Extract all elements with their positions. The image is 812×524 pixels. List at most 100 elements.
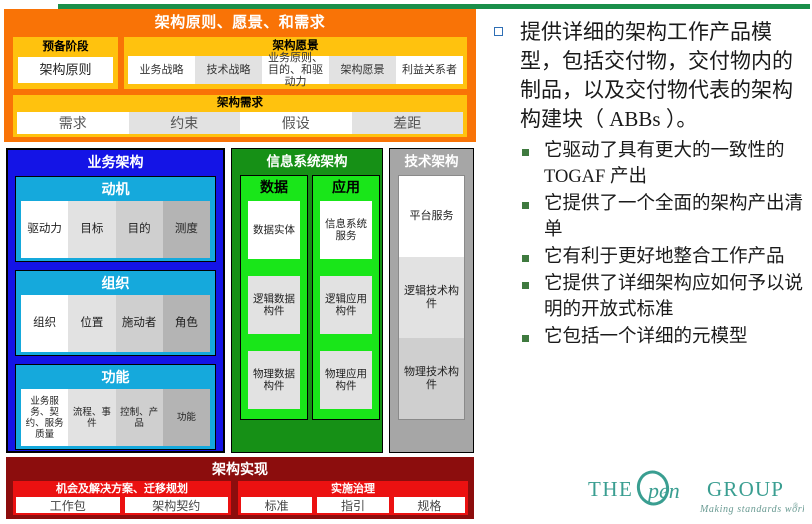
logo-tagline-text: Making standards work [699,504,804,515]
vision-item: 利益关系者 [396,56,463,84]
list-item: 它有利于更好地整合工作产品 [488,244,810,270]
business-item: 目的 [115,201,163,258]
technology-item: 物理技术构件 [399,338,464,419]
logo-the-text: THE [588,477,633,501]
logo-group-text: GROUP [707,477,784,501]
logo-open-text: pen [646,478,680,503]
architecture-requirements-caption: 架构需求 [217,97,263,109]
architecture-realization-block: 架构实现 机会及解决方案、迁移规划 工作包 架构契约 实施治理 标准 指引 规格 [6,457,474,519]
information-systems-architecture-title: 信息系统架构 [266,154,348,169]
preliminary-phase-caption: 预备阶段 [42,41,89,53]
vision-item: 业务原则、目的、和驱动力 [262,52,329,88]
open-group-logo-svg: THE pen GROUP Making standards work ® [588,470,804,515]
implementation-governance-panel: 实施治理 标准 指引 规格 [238,481,468,515]
technology-architecture-block: 技术架构 平台服务 逻辑技术构件 物理技术构件 [389,148,474,453]
business-item: 驱动力 [21,201,69,258]
togaf-content-metamodel-diagram: 架构原则、愿景、和需求 预备阶段 架构原则 架构愿景 业务战略 技术战略 业务原… [4,9,476,520]
realization-item: 工作包 [16,497,120,513]
architecture-realization-title: 架构实现 [212,461,268,477]
data-item: 数据实体 [248,201,300,259]
realization-item: 架构契约 [124,497,228,513]
sub-bullet-text: 它提供了详细架构应如何予以说明的开放式标准 [544,274,804,320]
business-group-motivation: 动机 驱动力 目标 目的 测度 [15,176,216,262]
sub-bullet-text: 它提供了一个全面的架构产出清单 [544,194,804,240]
small-square-bullet-icon [522,335,529,342]
data-item: 物理数据构件 [248,351,300,409]
vision-item: 业务战略 [128,56,195,84]
realization-item: 标准 [241,497,313,513]
information-systems-architecture-block: 信息系统架构 数据 数据实体 逻辑数据构件 物理数据构件 应用 信息系统服务 逻… [231,148,383,453]
business-item: 流程、事件 [68,389,116,446]
business-group-organization: 组织 组织 位置 施动者 角色 [15,270,216,356]
requirement-item: 差距 [351,112,463,134]
data-column: 数据 数据实体 逻辑数据构件 物理数据构件 [240,175,308,420]
architecture-principles-title: 架构原则、愿景、和需求 [154,14,326,31]
vision-item: 技术战略 [195,56,262,84]
business-group-caption: 组织 [101,275,130,291]
architecture-requirements-group: 架构需求 需求 约束 假设 差距 [13,95,467,137]
bullet-text-panel: 提供详细的架构工作产品模型，包括交付物，交付物内的制品，以及交付物代表的架构构建… [488,18,810,418]
architecture-principles-block: 架构原则、愿景、和需求 预备阶段 架构原则 架构愿景 业务战略 技术战略 业务原… [4,9,476,142]
business-item: 业务服务、契约、服务质量 [21,389,69,446]
sub-bullet-text: 它驱动了具有更大的一致性的TOGAF 产出 [544,141,785,187]
business-group-items: 驱动力 目标 目的 测度 [21,201,210,258]
list-item: 它提供了详细架构应如何予以说明的开放式标准 [488,271,810,323]
sub-bullet-text: 它包括一个详细的元模型 [544,327,748,347]
list-item: 它提供了一个全面的架构产出清单 [488,191,810,243]
business-group-caption: 功能 [101,369,130,385]
business-group-items: 业务服务、契约、服务质量 流程、事件 控制、产品 功能 [21,389,210,446]
business-item: 目标 [68,201,116,258]
architecture-vision-group: 架构愿景 业务战略 技术战略 业务原则、目的、和驱动力 架构愿景 利益关系者 [124,37,467,89]
small-square-bullet-icon [522,202,529,209]
sub-bullet-text: 它有利于更好地整合工作产品 [544,247,785,267]
opportunities-migration-items: 工作包 架构契约 [16,497,228,513]
list-item: 它包括一个详细的元模型 [488,324,810,350]
preliminary-phase-group: 预备阶段 架构原则 [13,37,118,89]
requirement-item: 需求 [17,112,129,134]
opportunities-migration-caption: 机会及解决方案、迁移规划 [56,483,188,495]
square-bullet-icon [494,27,503,36]
data-item: 逻辑数据构件 [248,276,300,334]
small-square-bullet-icon [522,282,529,289]
architecture-domains-row: 业务架构 动机 驱动力 目标 目的 测度 组织 组织 位置 施动者 角色 功能 … [4,148,476,453]
sub-bullet-list: 它驱动了具有更大的一致性的TOGAF 产出 它提供了一个全面的架构产出清单 它有… [488,138,810,350]
vision-item: 架构愿景 [329,56,396,84]
application-item: 逻辑应用构件 [320,276,372,334]
technology-item: 逻辑技术构件 [399,257,464,338]
opportunities-migration-panel: 机会及解决方案、迁移规划 工作包 架构契约 [13,481,231,515]
business-item: 位置 [68,295,116,352]
business-group-items: 组织 位置 施动者 角色 [21,295,210,352]
technology-architecture-title: 技术架构 [404,154,459,169]
business-item: 测度 [162,201,210,258]
technology-items: 平台服务 逻辑技术构件 物理技术构件 [398,175,465,420]
business-group-caption: 动机 [101,181,130,197]
implementation-governance-items: 标准 指引 规格 [241,497,465,513]
small-square-bullet-icon [522,255,529,262]
application-item: 物理应用构件 [320,351,372,409]
technology-item: 平台服务 [399,176,464,257]
preliminary-phase-item: 架构原则 [18,57,113,83]
business-item: 控制、产品 [115,389,163,446]
architecture-vision-items: 业务战略 技术战略 业务原则、目的、和驱动力 架构愿景 利益关系者 [128,52,463,88]
logo-registered-mark: ® [793,502,799,510]
business-architecture-title: 业务架构 [87,154,144,170]
main-bullet-item: 提供详细的架构工作产品模型，包括交付物，交付物内的制品，以及交付物代表的架构构建… [488,18,810,134]
application-column: 应用 信息系统服务 逻辑应用构件 物理应用构件 [312,175,380,420]
the-open-group-logo: THE pen GROUP Making standards work ® [588,470,804,518]
requirement-item: 约束 [128,112,240,134]
requirement-item: 假设 [240,112,352,134]
small-square-bullet-icon [522,149,529,156]
business-item: 角色 [162,295,210,352]
business-item: 施动者 [115,295,163,352]
data-column-caption: 数据 [260,179,288,195]
main-bullet-text: 提供详细的架构工作产品模型，包括交付物，交付物内的制品，以及交付物代表的架构构建… [520,20,793,131]
implementation-governance-caption: 实施治理 [331,483,375,495]
realization-item: 规格 [393,497,465,513]
business-item: 组织 [21,295,69,352]
realization-item: 指引 [317,497,389,513]
business-item: 功能 [162,389,210,446]
business-architecture-block: 业务架构 动机 驱动力 目标 目的 测度 组织 组织 位置 施动者 角色 功能 … [6,148,225,453]
slide-canvas: 架构原则、愿景、和需求 预备阶段 架构原则 架构愿景 业务战略 技术战略 业务原… [0,0,812,524]
architecture-requirements-items: 需求 约束 假设 差距 [17,112,463,134]
list-item: 它驱动了具有更大的一致性的TOGAF 产出 [488,138,810,190]
